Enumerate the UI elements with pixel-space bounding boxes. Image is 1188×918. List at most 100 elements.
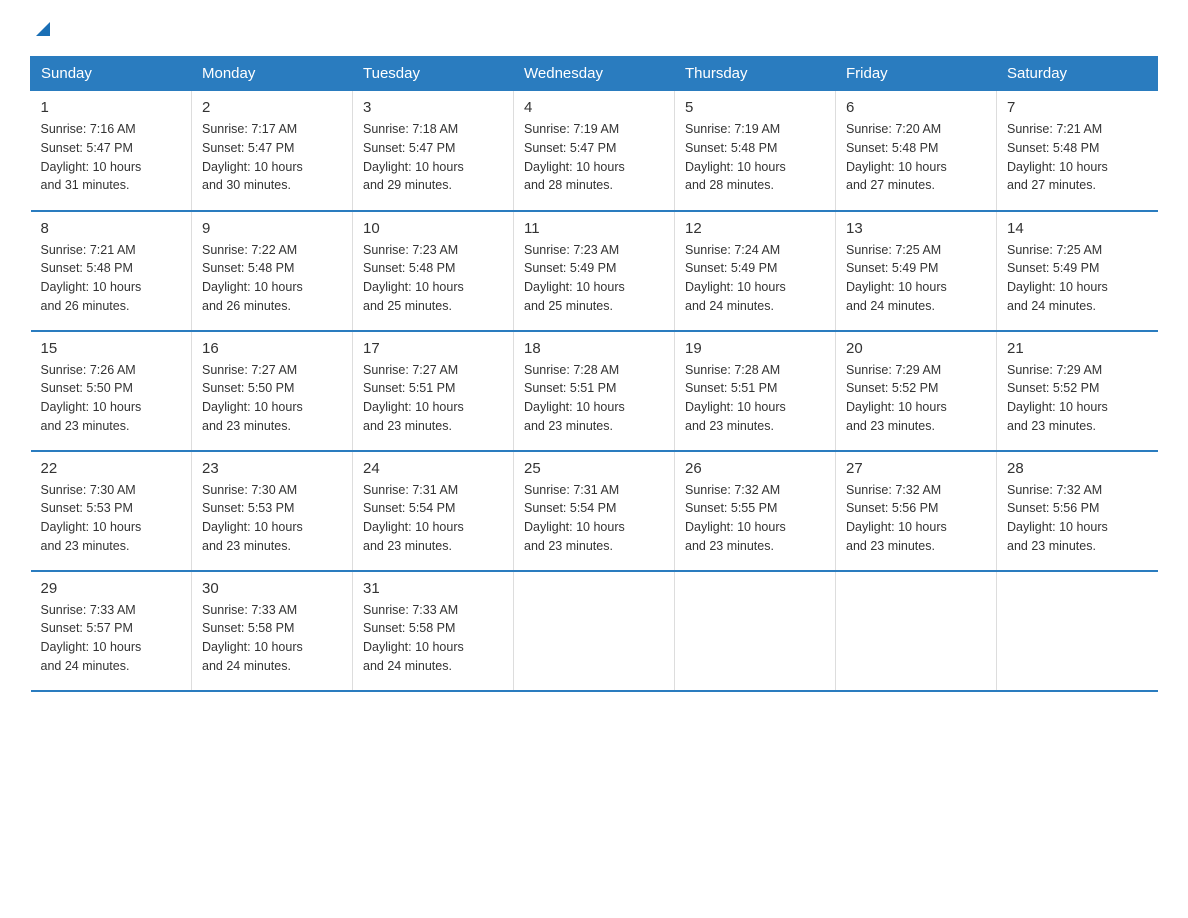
day-info: Sunrise: 7:32 AM Sunset: 5:56 PM Dayligh… <box>1007 481 1148 556</box>
logo <box>30 20 54 36</box>
calendar-cell: 28 Sunrise: 7:32 AM Sunset: 5:56 PM Dayl… <box>997 451 1158 571</box>
day-number: 19 <box>685 340 825 357</box>
day-number: 10 <box>363 220 503 237</box>
day-info: Sunrise: 7:28 AM Sunset: 5:51 PM Dayligh… <box>685 361 825 436</box>
day-number: 26 <box>685 460 825 477</box>
calendar-table: SundayMondayTuesdayWednesdayThursdayFrid… <box>30 56 1158 692</box>
calendar-cell: 18 Sunrise: 7:28 AM Sunset: 5:51 PM Dayl… <box>514 331 675 451</box>
day-number: 7 <box>1007 99 1148 116</box>
calendar-cell <box>514 571 675 691</box>
day-info: Sunrise: 7:27 AM Sunset: 5:51 PM Dayligh… <box>363 361 503 436</box>
calendar-cell: 29 Sunrise: 7:33 AM Sunset: 5:57 PM Dayl… <box>31 571 192 691</box>
weekday-header-monday: Monday <box>192 57 353 91</box>
calendar-body: 1 Sunrise: 7:16 AM Sunset: 5:47 PM Dayli… <box>31 91 1158 691</box>
day-number: 13 <box>846 220 986 237</box>
calendar-cell: 13 Sunrise: 7:25 AM Sunset: 5:49 PM Dayl… <box>836 211 997 331</box>
calendar-week-row: 1 Sunrise: 7:16 AM Sunset: 5:47 PM Dayli… <box>31 91 1158 211</box>
calendar-cell <box>836 571 997 691</box>
day-number: 30 <box>202 580 342 597</box>
day-info: Sunrise: 7:22 AM Sunset: 5:48 PM Dayligh… <box>202 241 342 316</box>
calendar-cell: 20 Sunrise: 7:29 AM Sunset: 5:52 PM Dayl… <box>836 331 997 451</box>
day-info: Sunrise: 7:30 AM Sunset: 5:53 PM Dayligh… <box>202 481 342 556</box>
day-info: Sunrise: 7:26 AM Sunset: 5:50 PM Dayligh… <box>41 361 182 436</box>
day-info: Sunrise: 7:27 AM Sunset: 5:50 PM Dayligh… <box>202 361 342 436</box>
day-number: 31 <box>363 580 503 597</box>
page-header <box>30 20 1158 36</box>
calendar-cell: 10 Sunrise: 7:23 AM Sunset: 5:48 PM Dayl… <box>353 211 514 331</box>
calendar-cell: 2 Sunrise: 7:17 AM Sunset: 5:47 PM Dayli… <box>192 91 353 211</box>
day-info: Sunrise: 7:23 AM Sunset: 5:49 PM Dayligh… <box>524 241 664 316</box>
calendar-cell: 7 Sunrise: 7:21 AM Sunset: 5:48 PM Dayli… <box>997 91 1158 211</box>
day-info: Sunrise: 7:21 AM Sunset: 5:48 PM Dayligh… <box>1007 120 1148 195</box>
weekday-header-wednesday: Wednesday <box>514 57 675 91</box>
day-info: Sunrise: 7:21 AM Sunset: 5:48 PM Dayligh… <box>41 241 182 316</box>
day-number: 9 <box>202 220 342 237</box>
day-info: Sunrise: 7:25 AM Sunset: 5:49 PM Dayligh… <box>1007 241 1148 316</box>
calendar-cell: 25 Sunrise: 7:31 AM Sunset: 5:54 PM Dayl… <box>514 451 675 571</box>
calendar-week-row: 15 Sunrise: 7:26 AM Sunset: 5:50 PM Dayl… <box>31 331 1158 451</box>
day-number: 14 <box>1007 220 1148 237</box>
day-number: 24 <box>363 460 503 477</box>
weekday-header-friday: Friday <box>836 57 997 91</box>
day-info: Sunrise: 7:28 AM Sunset: 5:51 PM Dayligh… <box>524 361 664 436</box>
calendar-cell: 8 Sunrise: 7:21 AM Sunset: 5:48 PM Dayli… <box>31 211 192 331</box>
day-number: 22 <box>41 460 182 477</box>
day-info: Sunrise: 7:19 AM Sunset: 5:48 PM Dayligh… <box>685 120 825 195</box>
calendar-cell: 3 Sunrise: 7:18 AM Sunset: 5:47 PM Dayli… <box>353 91 514 211</box>
calendar-cell: 14 Sunrise: 7:25 AM Sunset: 5:49 PM Dayl… <box>997 211 1158 331</box>
calendar-week-row: 29 Sunrise: 7:33 AM Sunset: 5:57 PM Dayl… <box>31 571 1158 691</box>
weekday-header-thursday: Thursday <box>675 57 836 91</box>
day-info: Sunrise: 7:20 AM Sunset: 5:48 PM Dayligh… <box>846 120 986 195</box>
calendar-cell <box>675 571 836 691</box>
calendar-header: SundayMondayTuesdayWednesdayThursdayFrid… <box>31 57 1158 91</box>
day-number: 2 <box>202 99 342 116</box>
day-info: Sunrise: 7:16 AM Sunset: 5:47 PM Dayligh… <box>41 120 182 195</box>
day-number: 18 <box>524 340 664 357</box>
day-number: 17 <box>363 340 503 357</box>
day-info: Sunrise: 7:29 AM Sunset: 5:52 PM Dayligh… <box>846 361 986 436</box>
day-info: Sunrise: 7:31 AM Sunset: 5:54 PM Dayligh… <box>524 481 664 556</box>
calendar-cell: 23 Sunrise: 7:30 AM Sunset: 5:53 PM Dayl… <box>192 451 353 571</box>
calendar-cell: 4 Sunrise: 7:19 AM Sunset: 5:47 PM Dayli… <box>514 91 675 211</box>
calendar-week-row: 8 Sunrise: 7:21 AM Sunset: 5:48 PM Dayli… <box>31 211 1158 331</box>
day-number: 23 <box>202 460 342 477</box>
day-info: Sunrise: 7:17 AM Sunset: 5:47 PM Dayligh… <box>202 120 342 195</box>
day-number: 6 <box>846 99 986 116</box>
day-number: 27 <box>846 460 986 477</box>
day-info: Sunrise: 7:33 AM Sunset: 5:58 PM Dayligh… <box>363 601 503 676</box>
calendar-cell: 9 Sunrise: 7:22 AM Sunset: 5:48 PM Dayli… <box>192 211 353 331</box>
day-number: 3 <box>363 99 503 116</box>
day-info: Sunrise: 7:23 AM Sunset: 5:48 PM Dayligh… <box>363 241 503 316</box>
calendar-cell: 17 Sunrise: 7:27 AM Sunset: 5:51 PM Dayl… <box>353 331 514 451</box>
day-number: 11 <box>524 220 664 237</box>
calendar-cell: 22 Sunrise: 7:30 AM Sunset: 5:53 PM Dayl… <box>31 451 192 571</box>
calendar-cell: 24 Sunrise: 7:31 AM Sunset: 5:54 PM Dayl… <box>353 451 514 571</box>
weekday-header-tuesday: Tuesday <box>353 57 514 91</box>
day-info: Sunrise: 7:32 AM Sunset: 5:56 PM Dayligh… <box>846 481 986 556</box>
calendar-cell: 11 Sunrise: 7:23 AM Sunset: 5:49 PM Dayl… <box>514 211 675 331</box>
day-number: 20 <box>846 340 986 357</box>
day-number: 8 <box>41 220 182 237</box>
calendar-cell: 26 Sunrise: 7:32 AM Sunset: 5:55 PM Dayl… <box>675 451 836 571</box>
calendar-cell: 19 Sunrise: 7:28 AM Sunset: 5:51 PM Dayl… <box>675 331 836 451</box>
calendar-cell: 6 Sunrise: 7:20 AM Sunset: 5:48 PM Dayli… <box>836 91 997 211</box>
day-number: 21 <box>1007 340 1148 357</box>
weekday-header-sunday: Sunday <box>31 57 192 91</box>
day-number: 25 <box>524 460 664 477</box>
calendar-cell: 15 Sunrise: 7:26 AM Sunset: 5:50 PM Dayl… <box>31 331 192 451</box>
calendar-cell: 27 Sunrise: 7:32 AM Sunset: 5:56 PM Dayl… <box>836 451 997 571</box>
day-number: 12 <box>685 220 825 237</box>
day-number: 5 <box>685 99 825 116</box>
calendar-cell: 5 Sunrise: 7:19 AM Sunset: 5:48 PM Dayli… <box>675 91 836 211</box>
day-number: 28 <box>1007 460 1148 477</box>
day-number: 29 <box>41 580 182 597</box>
day-number: 15 <box>41 340 182 357</box>
day-number: 16 <box>202 340 342 357</box>
day-info: Sunrise: 7:19 AM Sunset: 5:47 PM Dayligh… <box>524 120 664 195</box>
day-info: Sunrise: 7:33 AM Sunset: 5:57 PM Dayligh… <box>41 601 182 676</box>
day-number: 4 <box>524 99 664 116</box>
logo-triangle-icon <box>32 18 54 40</box>
day-info: Sunrise: 7:18 AM Sunset: 5:47 PM Dayligh… <box>363 120 503 195</box>
calendar-cell: 31 Sunrise: 7:33 AM Sunset: 5:58 PM Dayl… <box>353 571 514 691</box>
calendar-cell: 21 Sunrise: 7:29 AM Sunset: 5:52 PM Dayl… <box>997 331 1158 451</box>
